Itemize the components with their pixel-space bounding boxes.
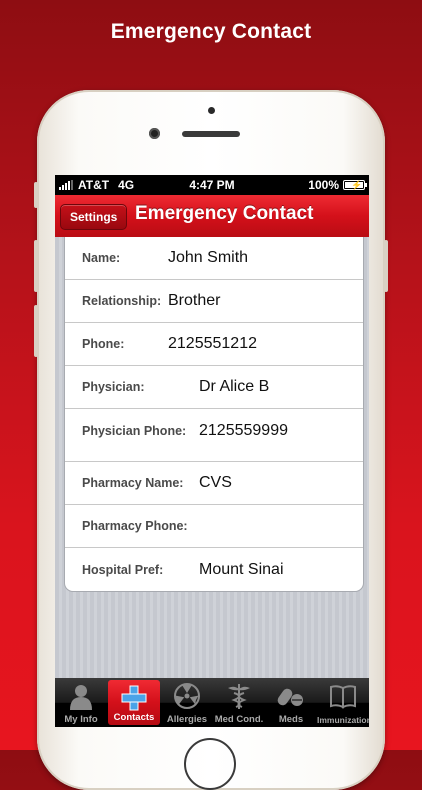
tab-my-info[interactable]: My Info — [55, 678, 107, 727]
tab-label: Contacts — [113, 712, 155, 723]
field-row-pharmacy-name[interactable]: Pharmacy Name: CVS — [65, 462, 363, 505]
tab-allergies[interactable]: Allergies — [161, 678, 213, 727]
navigation-bar: Settings Emergency Contact — [55, 195, 369, 238]
book-icon — [330, 685, 356, 709]
pharmacy-name-field[interactable]: CVS — [199, 474, 232, 492]
pills-icon — [277, 688, 303, 706]
field-label: Physician: — [82, 380, 145, 394]
form-background: Name: John Smith Relationship: Brother P… — [55, 237, 369, 685]
tab-label: Med Cond. — [214, 714, 264, 725]
tab-contacts[interactable]: Contacts — [108, 680, 160, 725]
tab-immunization[interactable]: Immunization — [317, 678, 369, 727]
page-headline: Emergency Contact — [110, 20, 312, 43]
field-label: Physician Phone: — [82, 424, 187, 438]
settings-button[interactable]: Settings — [60, 204, 128, 230]
field-row-relationship[interactable]: Relationship: Brother — [65, 280, 363, 323]
radiation-icon — [174, 683, 200, 709]
field-label: Pharmacy Phone: — [82, 519, 188, 533]
relationship-field[interactable]: Brother — [168, 292, 220, 310]
field-row-pharmacy-phone[interactable]: Pharmacy Phone: — [65, 505, 363, 548]
caduceus-icon — [228, 684, 250, 709]
volume-up-button — [34, 240, 38, 292]
medical-cross-icon — [121, 685, 147, 711]
tab-label: Allergies — [166, 714, 208, 725]
mute-switch — [34, 182, 38, 208]
field-row-physician-phone[interactable]: Physician Phone: 2125559999 — [65, 409, 363, 462]
battery-charging-icon: ⚡ — [343, 180, 367, 190]
hospital-pref-field[interactable]: Mount Sinai — [199, 561, 284, 579]
tab-med-cond[interactable]: Med Cond. — [213, 678, 265, 727]
field-label: Name: — [82, 251, 121, 265]
field-row-name[interactable]: Name: John Smith — [65, 237, 363, 280]
tab-label: Immunization — [317, 715, 369, 725]
field-row-phone[interactable]: Phone: 2125551212 — [65, 323, 363, 366]
person-icon — [70, 685, 92, 710]
field-label: Pharmacy Name: — [82, 476, 184, 490]
tab-label: Meds — [278, 714, 304, 725]
physician-phone-field[interactable]: 2125559999 — [199, 422, 288, 440]
power-button — [384, 240, 388, 292]
field-label: Relationship: — [82, 294, 162, 308]
home-button[interactable] — [184, 738, 236, 790]
earpiece-speaker — [182, 131, 240, 137]
field-label: Phone: — [82, 337, 125, 351]
tab-label: My Info — [64, 714, 98, 725]
emergency-contact-form: Name: John Smith Relationship: Brother P… — [64, 237, 364, 592]
volume-down-button — [34, 305, 38, 357]
battery-percent: 100% — [308, 178, 339, 192]
field-row-hospital-pref[interactable]: Hospital Pref: Mount Sinai — [65, 548, 363, 591]
name-field[interactable]: John Smith — [168, 249, 248, 267]
status-bar: AT&T 4G 4:47 PM 100% ⚡ — [55, 175, 369, 195]
physician-field[interactable]: Dr Alice B — [199, 378, 269, 396]
phone-screen: AT&T 4G 4:47 PM 100% ⚡ Settings Emergenc… — [55, 175, 369, 727]
tab-meds[interactable]: Meds — [265, 678, 317, 727]
phone-field[interactable]: 2125551212 — [168, 335, 257, 353]
screen-title: Emergency Contact — [135, 203, 314, 224]
field-label: Hospital Pref: — [82, 562, 164, 577]
front-camera — [149, 128, 160, 139]
field-row-physician[interactable]: Physician: Dr Alice B — [65, 366, 363, 409]
proximity-sensor — [208, 107, 215, 114]
tab-bar: My Info Contacts Allergies Med Cond. Med… — [55, 678, 369, 727]
